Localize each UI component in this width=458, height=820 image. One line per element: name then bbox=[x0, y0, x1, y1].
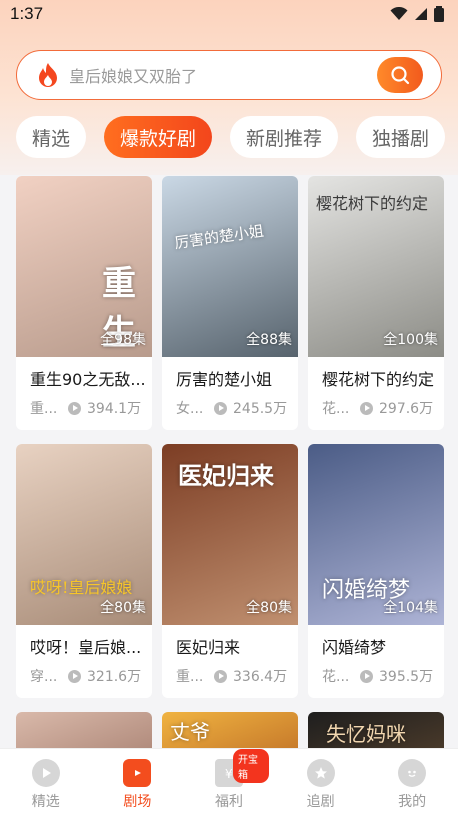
drama-title: 樱花树下的约定 bbox=[322, 370, 435, 389]
drama-meta: 花... 297.6万 bbox=[322, 398, 442, 418]
genre-tag: 女... bbox=[176, 401, 204, 417]
nav-label: 福利 bbox=[214, 793, 243, 810]
partial-poster[interactable]: 丈爷 bbox=[162, 712, 298, 752]
nav-item-featured[interactable]: 精选 bbox=[6, 758, 86, 811]
drama-meta: 花... 395.5万 bbox=[322, 666, 442, 686]
flame-icon bbox=[39, 63, 57, 87]
view-count: 321.6万 bbox=[87, 669, 142, 685]
genre-tag: 花... bbox=[322, 401, 350, 417]
drama-card[interactable]: 樱花树下的约定 全100集 樱花树下的约定 花... 297.6万 bbox=[308, 176, 444, 430]
nav-label: 精选 bbox=[31, 793, 60, 810]
drama-card[interactable]: 医妃归来 全80集 医妃归来 重... 336.4万 bbox=[162, 444, 298, 698]
drama-meta: 重... 394.1万 bbox=[30, 398, 150, 418]
episode-count: 全98集 bbox=[100, 332, 146, 348]
next-row-posters: 丈爷 失忆妈咪 bbox=[16, 712, 444, 752]
signal-icon bbox=[415, 8, 427, 20]
poster-image: 重生 全98集 bbox=[16, 176, 152, 357]
drama-title: 重生90之无敌... bbox=[30, 370, 146, 389]
nav-label: 我的 bbox=[398, 793, 427, 810]
poster-image: 樱花树下的约定 全100集 bbox=[308, 176, 444, 357]
nav-label: 剧场 bbox=[123, 793, 152, 810]
view-count: 395.5万 bbox=[379, 669, 434, 685]
drama-grid: 重生 全98集 重生90之无敌... 重... 394.1万 厉害的楚小姐 全8… bbox=[16, 176, 444, 698]
play-count-icon bbox=[214, 401, 227, 415]
drama-card[interactable]: 厉害的楚小姐 全88集 厉害的楚小姐 女... 245.5万 bbox=[162, 176, 298, 430]
drama-card[interactable]: 重生 全98集 重生90之无敌... 重... 394.1万 bbox=[16, 176, 152, 430]
episode-count: 全80集 bbox=[100, 600, 146, 616]
drama-card[interactable]: 哎呀!皇后娘娘 全80集 哎呀！皇后娘... 穿... 321.6万 bbox=[16, 444, 152, 698]
star-icon bbox=[306, 758, 335, 787]
episode-count: 全104集 bbox=[383, 600, 438, 616]
drama-card[interactable]: 闪婚绮梦 全104集 闪婚绮梦 花... 395.5万 bbox=[308, 444, 444, 698]
episode-count: 全80集 bbox=[246, 600, 292, 616]
drama-meta: 穿... 321.6万 bbox=[30, 666, 150, 686]
nav-label: 追剧 bbox=[306, 793, 335, 810]
poster-image: 闪婚绮梦 全104集 bbox=[308, 444, 444, 625]
play-icon bbox=[31, 758, 60, 787]
treasure-badge: 开宝箱 bbox=[232, 748, 269, 783]
poster-title: 哎呀!皇后娘娘 bbox=[30, 578, 133, 597]
tab-featured[interactable]: 精选 bbox=[16, 116, 87, 158]
poster-image: 哎呀!皇后娘娘 全80集 bbox=[16, 444, 152, 625]
episode-count: 全88集 bbox=[246, 332, 292, 348]
tab-exclusive[interactable]: 独播剧 bbox=[356, 116, 446, 158]
drama-meta: 重... 336.4万 bbox=[176, 666, 296, 686]
nav-item-theater[interactable]: 剧场 bbox=[97, 758, 177, 811]
play-count-icon bbox=[360, 401, 373, 415]
poster-title: 厉害的楚小姐 bbox=[173, 221, 265, 253]
battery-icon bbox=[434, 6, 444, 22]
view-count: 297.6万 bbox=[379, 401, 434, 417]
view-count: 245.5万 bbox=[233, 401, 288, 417]
drama-title: 闪婚绮梦 bbox=[322, 638, 387, 657]
poster-title: 医妃归来 bbox=[178, 461, 274, 490]
poster-title: 樱花树下的约定 bbox=[316, 194, 429, 213]
status-bar: 1:37 bbox=[0, 0, 458, 28]
genre-tag: 重... bbox=[176, 669, 204, 685]
poster-image: 厉害的楚小姐 全88集 bbox=[162, 176, 298, 357]
partial-poster[interactable]: 失忆妈咪 bbox=[308, 712, 444, 752]
view-count: 394.1万 bbox=[87, 401, 142, 417]
search-placeholder: 皇后娘娘又双胎了 bbox=[69, 67, 198, 86]
genre-tag: 花... bbox=[322, 669, 350, 685]
search-button[interactable] bbox=[377, 57, 423, 93]
play-count-icon bbox=[68, 401, 81, 415]
partial-poster[interactable] bbox=[16, 712, 152, 752]
poster-image: 医妃归来 全80集 bbox=[162, 444, 298, 625]
nav-item-profile[interactable]: 我的 bbox=[372, 758, 452, 811]
view-count: 336.4万 bbox=[233, 669, 288, 685]
poster-title: 失忆妈咪 bbox=[326, 722, 406, 746]
tab-hit-dramas[interactable]: 爆款好剧 bbox=[104, 116, 213, 158]
search-icon bbox=[391, 66, 410, 85]
tv-icon bbox=[123, 758, 152, 787]
tab-new-dramas[interactable]: 新剧推荐 bbox=[230, 116, 339, 158]
nav-item-welfare[interactable]: ¥ 开宝箱 福利 bbox=[189, 748, 269, 811]
play-count-icon bbox=[214, 669, 227, 683]
drama-title: 厉害的楚小姐 bbox=[176, 370, 273, 389]
genre-tag: 穿... bbox=[30, 669, 58, 685]
category-tabs: 精选 爆款好剧 新剧推荐 独播剧 bbox=[16, 116, 446, 158]
bottom-nav: 精选 剧场 ¥ 开宝箱 福利 追剧 我的 bbox=[0, 748, 458, 820]
wifi-icon bbox=[390, 7, 408, 20]
nav-item-following[interactable]: 追剧 bbox=[281, 758, 361, 811]
play-count-icon bbox=[68, 669, 81, 683]
poster-title: 丈爷 bbox=[170, 720, 210, 744]
episode-count: 全100集 bbox=[383, 332, 438, 348]
drama-title: 哎呀！皇后娘... bbox=[30, 638, 142, 657]
svg-text:¥: ¥ bbox=[225, 767, 233, 780]
status-time: 1:37 bbox=[10, 4, 44, 23]
drama-title: 医妃归来 bbox=[176, 638, 241, 657]
drama-meta: 女... 245.5万 bbox=[176, 398, 296, 418]
face-icon bbox=[398, 758, 427, 787]
play-count-icon bbox=[360, 669, 373, 683]
genre-tag: 重... bbox=[30, 401, 58, 417]
status-icons bbox=[390, 6, 444, 22]
search-input[interactable]: 皇后娘娘又双胎了 bbox=[16, 50, 442, 100]
